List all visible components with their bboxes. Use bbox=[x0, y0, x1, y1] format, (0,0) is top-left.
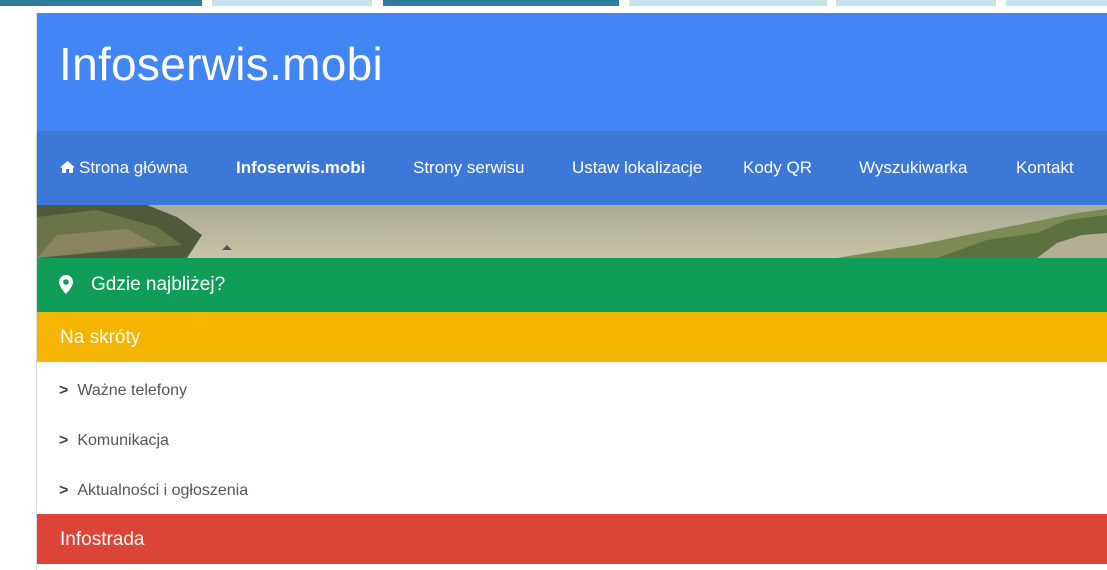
nav-item-home[interactable]: Strona główna bbox=[59, 158, 188, 178]
nav-item-kontakt[interactable]: Kontakt bbox=[1016, 158, 1074, 178]
strip-segment bbox=[1006, 0, 1107, 6]
link-label: Ważne telefony bbox=[77, 382, 188, 399]
strip-segment bbox=[836, 0, 996, 6]
nav-item-kody-qr[interactable]: Kody QR bbox=[743, 158, 812, 178]
strip-segment bbox=[0, 0, 202, 6]
nav-item-wyszukiwarka[interactable]: Wyszukiwarka bbox=[859, 158, 967, 178]
nearest-label: Gdzie najbliżej? bbox=[91, 274, 226, 295]
shortcuts-header: Na skróty bbox=[37, 312, 1107, 362]
main-navbar: Strona główna Infoserwis.mobi Strony ser… bbox=[37, 131, 1107, 205]
infostrada-title: Infostrada bbox=[60, 529, 145, 550]
header-banner-image bbox=[37, 205, 1107, 258]
site-header: Infoserwis.mobi bbox=[37, 13, 1107, 131]
strip-segment bbox=[212, 0, 372, 6]
landscape-banner-graphic bbox=[37, 205, 1107, 258]
page-container: Infoserwis.mobi Strona główna Infoserwis… bbox=[36, 13, 1107, 570]
link-aktualnosci[interactable]: > Aktualności i ogłoszenia bbox=[59, 482, 248, 510]
link-label: Komunikacja bbox=[77, 432, 169, 449]
link-label: Aktualności i ogłoszenia bbox=[77, 482, 249, 499]
nav-item-infoserwis[interactable]: Infoserwis.mobi bbox=[236, 158, 365, 178]
chevron-right-icon: > bbox=[59, 382, 69, 399]
home-icon bbox=[60, 161, 75, 173]
link-komunikacja[interactable]: > Komunikacja bbox=[59, 432, 169, 460]
top-tab-strip bbox=[0, 0, 1107, 6]
strip-segment bbox=[383, 0, 619, 6]
nav-item-strony-serwisu[interactable]: Strony serwisu bbox=[413, 158, 524, 178]
nav-item-ustaw-lokalizacje[interactable]: Ustaw lokalizacje bbox=[572, 158, 702, 178]
strip-segment bbox=[629, 0, 827, 6]
nearest-search-bar[interactable]: Gdzie najbliżej? bbox=[37, 258, 1107, 312]
chevron-right-icon: > bbox=[59, 482, 69, 499]
chevron-right-icon: > bbox=[59, 432, 69, 449]
map-marker-icon bbox=[59, 275, 73, 294]
nav-item-label: Strona główna bbox=[79, 158, 188, 177]
shortcuts-title: Na skróty bbox=[60, 327, 141, 348]
link-wazne-telefony[interactable]: > Ważne telefony bbox=[59, 382, 187, 410]
site-title[interactable]: Infoserwis.mobi bbox=[59, 37, 383, 91]
infostrada-header: Infostrada bbox=[37, 514, 1107, 564]
